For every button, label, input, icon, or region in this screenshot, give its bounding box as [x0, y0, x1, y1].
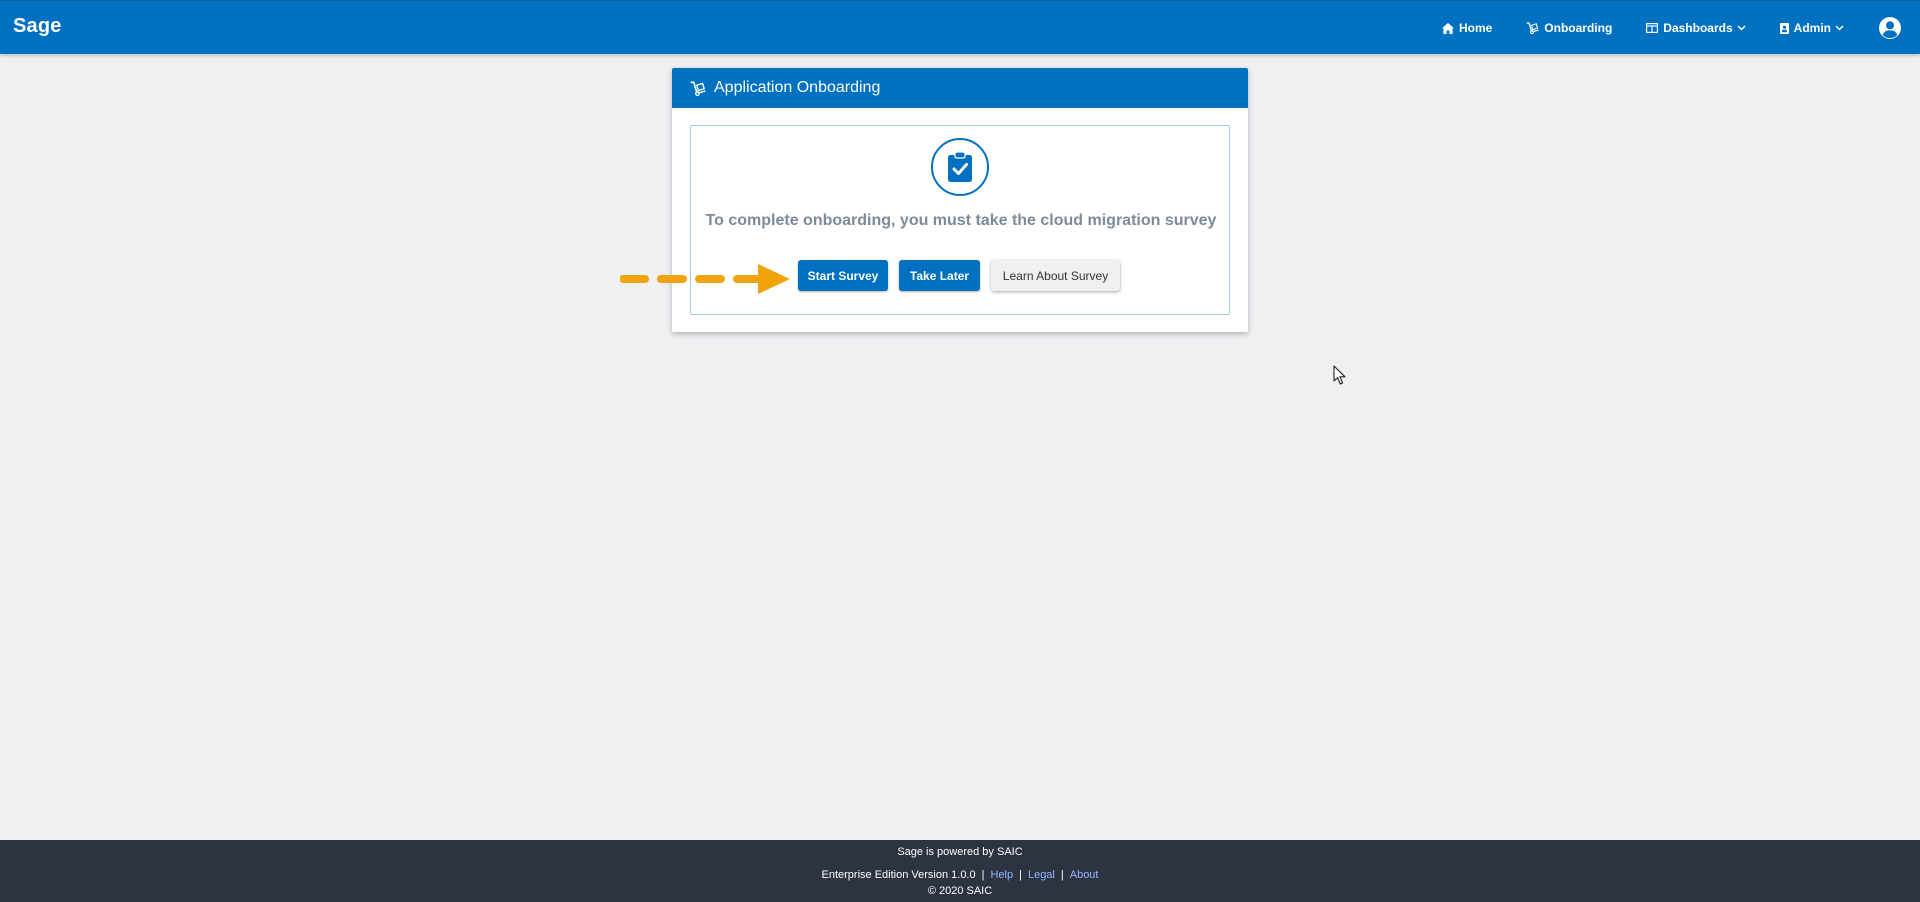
survey-message: To complete onboarding, you must take th…	[705, 212, 1217, 229]
home-icon	[1441, 22, 1454, 34]
top-navbar: Sage Home Onboarding Dashboards Admin	[0, 0, 1920, 54]
annotation-arrow-icon	[620, 264, 790, 294]
footer-links: Enterprise Edition Version 1.0.0 | Help | Le…	[0, 869, 1920, 881]
version-text: Enterprise Edition Version 1.0.0	[821, 869, 976, 881]
powered-by-text: Sage is powered by SAIC	[897, 846, 1023, 858]
page-footer: Sage is powered by SAIC Enterprise Editi…	[0, 840, 1920, 902]
nav-onboarding[interactable]: Onboarding	[1526, 21, 1612, 35]
clipboard-check-icon	[948, 152, 972, 182]
start-survey-button[interactable]: Start Survey	[798, 260, 888, 291]
card-title: Application Onboarding	[714, 79, 881, 96]
dolly-icon	[690, 81, 706, 96]
clipboard-badge	[931, 138, 989, 196]
separator: |	[1060, 869, 1064, 881]
columns-icon	[1646, 23, 1659, 33]
separator: |	[981, 869, 985, 881]
nav-onboarding-label: Onboarding	[1544, 21, 1613, 35]
nav-home[interactable]: Home	[1441, 21, 1493, 35]
nav-admin-label: Admin	[1793, 21, 1831, 35]
user-avatar[interactable]	[1878, 16, 1902, 40]
id-badge-icon	[1779, 22, 1789, 34]
nav-items: Home Onboarding Dashboards Admin	[1441, 1, 1920, 55]
help-link[interactable]: Help	[990, 869, 1013, 881]
about-link[interactable]: About	[1070, 869, 1099, 881]
chevron-down-icon	[1737, 25, 1746, 31]
mouse-cursor-icon	[1333, 365, 1346, 385]
chevron-down-icon	[1835, 25, 1844, 31]
take-later-button[interactable]: Take Later	[899, 260, 980, 291]
legal-link[interactable]: Legal	[1028, 869, 1055, 881]
nav-home-label: Home	[1458, 21, 1493, 35]
learn-about-survey-button[interactable]: Learn About Survey	[991, 260, 1120, 291]
nav-dashboards-label: Dashboards	[1663, 21, 1733, 35]
app-brand[interactable]: Sage	[13, 15, 62, 38]
separator: |	[1019, 869, 1022, 881]
copyright-text: © 2020 SAIC	[927, 885, 993, 897]
card-header: Application Onboarding	[672, 68, 1248, 108]
dolly-icon	[1526, 22, 1539, 34]
nav-admin[interactable]: Admin	[1779, 21, 1844, 35]
user-circle-icon	[1879, 17, 1901, 39]
nav-dashboards[interactable]: Dashboards	[1646, 21, 1746, 35]
